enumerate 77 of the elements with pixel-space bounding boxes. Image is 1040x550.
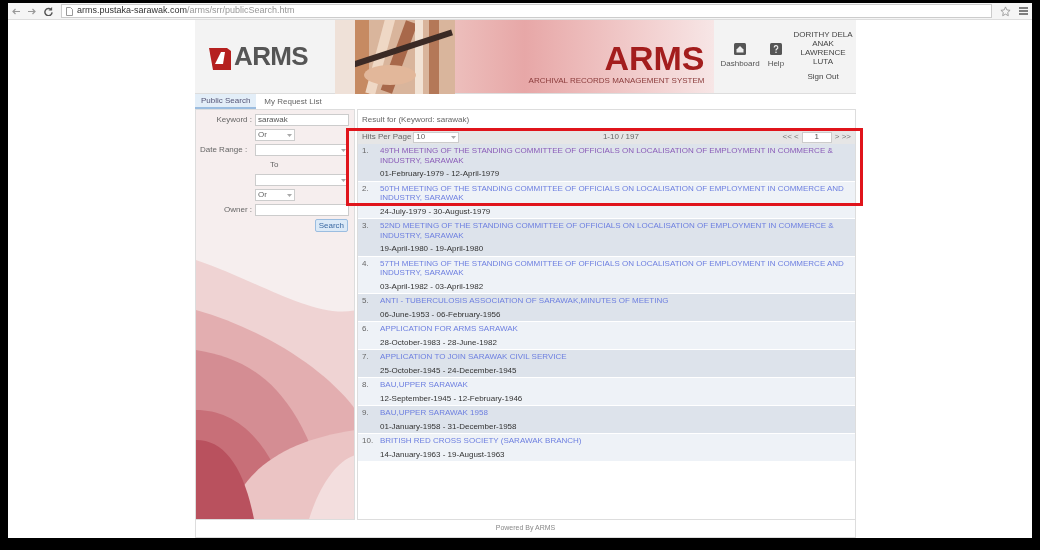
record-title-link[interactable]: 49TH MEETING OF THE STANDING COMMITTEE OF OFFICIALS ON LOCALISATION OF EMPLOYMENT IN COMMERCE & INDUSTRY, SARAWAK — [380, 146, 851, 165]
logo: ARMS — [207, 37, 308, 76]
caret-icon — [287, 133, 292, 137]
record-title-link[interactable]: APPLICATION FOR ARMS SARAWAK — [380, 324, 518, 334]
menu-icon[interactable] — [1019, 7, 1028, 15]
record-title-link[interactable]: 57TH MEETING OF THE STANDING COMMITTEE OF OFFICIALS ON LOCALISATION OF EMPLOYMENT IN COMMERCE AND INDUSTRY, SARAWAK — [380, 258, 851, 278]
result-heading: Result for (Keyword: sarawak) — [361, 114, 471, 126]
record-dates: 01-January-1958 - 31-December-1958 — [380, 421, 517, 431]
search-button[interactable]: Search — [314, 219, 348, 232]
record-dates: 12-September-1945 - 12-February-1946 — [380, 393, 523, 403]
caret-icon — [341, 178, 346, 182]
home-icon — [734, 43, 747, 55]
row-number: 3. — [362, 221, 370, 232]
previous-page-link[interactable]: << < — [782, 131, 799, 143]
caret-icon — [451, 135, 457, 139]
back-icon[interactable] — [12, 7, 20, 15]
date-to-field[interactable] — [255, 174, 349, 186]
record-title-link[interactable]: BAU,UPPER SARAWAK — [380, 380, 523, 390]
page-field[interactable]: 1 — [801, 131, 832, 143]
result-row[interactable]: 3. 52ND MEETING OF THE STANDING COMMITTEE OF OFFICIALS ON LOCALISATION OF EMPLOYMENT IN COMMERCE & INDUSTRY, SARAWAK 19-April-1980 - 19-April-1980 — [358, 219, 855, 257]
record-dates: 06-June-1953 - 06-February-1956 — [380, 309, 502, 319]
result-row[interactable]: 4. 57TH MEETING OF THE STANDING COMMITTEE OF OFFICIALS ON LOCALISATION OF EMPLOYMENT IN COMMERCE AND INDUSTRY, SARAWAK 03-April-1982 - 03-April-1982 — [358, 256, 855, 294]
record-dates: 01-February-1979 - 12-April-1979 — [380, 169, 501, 179]
row-number: 2. — [362, 183, 370, 195]
row-number: 10. — [362, 436, 375, 447]
next-page-link[interactable]: > >> — [834, 131, 851, 143]
record-dates: 28-October-1983 - 28-June-1982 — [380, 337, 498, 347]
keyword-field[interactable]: sarawak — [255, 114, 349, 126]
tab[interactable]: My Request List — [256, 94, 330, 109]
forward-icon[interactable] — [28, 7, 36, 15]
dashboard-link[interactable]: Dashboard — [718, 43, 762, 70]
owner-label: Owner : — [223, 204, 252, 216]
record-dates: 24-July-1979 - 30-August-1979 — [380, 206, 492, 216]
row-number: 9. — [362, 408, 370, 419]
row-number: 7. — [362, 352, 370, 363]
hits-dropdown[interactable]: 10 — [413, 131, 460, 143]
operator-dropdown[interactable]: Or — [255, 129, 295, 141]
to-label: To — [269, 159, 280, 171]
result-row[interactable]: 6. APPLICATION FOR ARMS SARAWAK 28-October-1983 - 28-June-1982 — [358, 322, 855, 350]
result-row[interactable]: 5. ANTI - TUBERCULOSIS ASSOCIATION OF SARAWAK,MINUTES OF MEETING 06-June-1953 - 06-February-1956 — [358, 294, 855, 322]
row-number: 6. — [362, 324, 370, 335]
help-link[interactable]: Help — [765, 43, 787, 70]
result-row[interactable]: 7. APPLICATION TO JOIN SARAWAK CIVIL SERVICE 25-October-1945 - 24-December-1945 — [358, 350, 855, 378]
row-number: 5. — [362, 296, 370, 307]
record-dates: 14-January-1963 - 19-August-1963 — [380, 449, 506, 459]
url-text: arms.pustaka-sarawak.com/arms/srr/publicSearch.htm — [77, 4, 295, 18]
date-range-label: Date Range : — [200, 144, 249, 156]
row-number: 1. — [362, 146, 370, 157]
record-dates: 19-April-1980 - 19-April-1980 — [380, 244, 485, 254]
result-row[interactable]: 1. 49TH MEETING OF THE STANDING COMMITTEE OF OFFICIALS ON LOCALISATION OF EMPLOYMENT IN COMMERCE & INDUSTRY, SARAWAK 01-February-1979 - 12-April-1979 — [358, 144, 855, 182]
system-subtitle: ARCHIVAL RECORDS MANAGEMENT SYSTEM — [528, 75, 705, 87]
record-title-link[interactable]: 50TH MEETING OF THE STANDING COMMITTEE OF OFFICIALS ON LOCALISATION OF EMPLOYMENT IN COMMERCE AND INDUSTRY, SARAWAK — [380, 183, 851, 203]
row-number: 4. — [362, 258, 370, 270]
system-title: ARMS — [604, 41, 705, 75]
record-title-link[interactable]: BRITISH RED CROSS SOCIETY (SARAWAK BRANCH) — [380, 436, 582, 446]
owner-field[interactable] — [255, 204, 349, 216]
star-icon[interactable] — [1000, 5, 1011, 17]
tab[interactable]: Public Search — [195, 94, 257, 109]
caret-icon — [287, 193, 292, 197]
hits-label: Hits Per Page — [362, 131, 412, 143]
address-bar[interactable]: arms.pustaka-sarawak.com/arms/srr/publicSearch.htm — [61, 4, 992, 18]
operator-dropdown[interactable]: Or — [255, 189, 295, 201]
user-name: DORITHY DELA ANAK LAWRENCE LUTA — [792, 30, 854, 66]
help-icon — [769, 43, 782, 55]
date-from-field[interactable] — [255, 144, 349, 156]
record-dates: 03-April-1982 - 03-April-1982 — [380, 281, 485, 291]
caret-icon — [341, 148, 346, 152]
keyword-label: Keyword : — [215, 114, 252, 126]
reload-icon[interactable] — [44, 6, 53, 16]
record-dates: 25-October-1945 - 24-December-1945 — [380, 365, 518, 375]
page-icon — [66, 6, 73, 16]
sign-out-link[interactable]: Sign Out — [807, 71, 839, 83]
result-row[interactable]: 9. BAU,UPPER SARAWAK 1958 01-January-1958 - 31-December-1958 — [358, 406, 855, 434]
row-number: 8. — [362, 380, 370, 391]
result-row[interactable]: 8. BAU,UPPER SARAWAK 12-September-1945 - 12-February-1946 — [358, 378, 855, 406]
result-range: 1-10 / 197 — [601, 131, 640, 143]
result-row[interactable]: 10. BRITISH RED CROSS SOCIETY (SARAWAK BRANCH) 14-January-1963 - 19-August-1963 — [358, 434, 855, 462]
